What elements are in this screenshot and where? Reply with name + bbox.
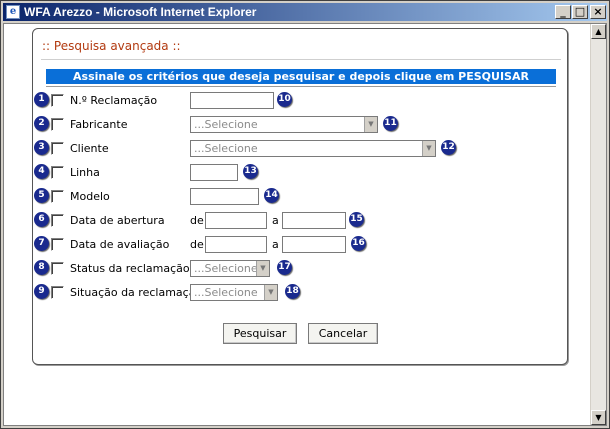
- criteria-label: Linha: [70, 166, 100, 179]
- field-number-badge: 10: [277, 92, 292, 107]
- field-number-badge: 11: [383, 116, 398, 131]
- criteria-checkbox[interactable]: [51, 286, 64, 299]
- criteria-row: 8 Status da reclamação ...Selecione ▼ 17: [33, 259, 569, 279]
- criteria-checkbox[interactable]: [51, 214, 64, 227]
- date-to-label: a: [272, 238, 279, 251]
- advanced-search-dialog: :: Pesquisa avançada :: Assinale os crit…: [32, 28, 568, 365]
- criteria-checkbox[interactable]: [51, 142, 64, 155]
- window-title: WFA Arezzo - Microsoft Internet Explorer: [24, 5, 257, 19]
- criteria-row: 2 Fabricante ...Selecione ▼ 11: [33, 115, 569, 135]
- criteria-row: 9 Situação da reclamação ...Selecione ▼ 18: [33, 283, 569, 303]
- title-bar: e WFA Arezzo - Microsoft Internet Explor…: [3, 3, 607, 21]
- field-number-badge: 14: [264, 188, 279, 203]
- criteria-checkbox[interactable]: [51, 166, 64, 179]
- criteria-label: Modelo: [70, 190, 110, 203]
- field-number-badge: 16: [351, 236, 366, 251]
- date-from-input[interactable]: [205, 236, 267, 253]
- browser-window: e WFA Arezzo - Microsoft Internet Explor…: [0, 0, 610, 429]
- date-from-label: de: [190, 238, 204, 251]
- step-number-badge: 5: [34, 188, 49, 203]
- field-number-badge: 13: [243, 164, 258, 179]
- chevron-down-icon[interactable]: ▼: [256, 261, 269, 276]
- divider: [41, 59, 561, 60]
- divider: [46, 86, 556, 87]
- field-number-badge: 12: [441, 140, 456, 155]
- criteria-select[interactable]: ...Selecione ▼: [190, 284, 278, 301]
- criteria-checkbox[interactable]: [51, 262, 64, 275]
- criteria-row: 3 Cliente ...Selecione ▼ 12: [33, 139, 569, 159]
- criteria-row: 6 Data de abertura de a 15: [33, 211, 569, 231]
- date-from-label: de: [190, 214, 204, 227]
- field-number-badge: 15: [349, 212, 364, 227]
- chevron-down-icon[interactable]: ▼: [364, 117, 377, 132]
- step-number-badge: 7: [34, 236, 49, 251]
- criteria-text-input[interactable]: [190, 92, 274, 109]
- criteria-label: N.º Reclamação: [70, 94, 158, 107]
- step-number-badge: 9: [34, 284, 49, 299]
- close-button[interactable]: ×: [590, 5, 606, 19]
- scroll-down-icon[interactable]: ▼: [591, 410, 606, 425]
- criteria-row: 4 Linha 13: [33, 163, 569, 183]
- date-to-label: a: [272, 214, 279, 227]
- chevron-down-icon[interactable]: ▼: [264, 285, 277, 300]
- criteria-row: 1 N.º Reclamação 10: [33, 91, 569, 111]
- step-number-badge: 4: [34, 164, 49, 179]
- select-value: ...Selecione: [194, 142, 258, 155]
- criteria-label: Data de abertura: [70, 214, 165, 227]
- criteria-checkbox[interactable]: [51, 190, 64, 203]
- step-number-badge: 3: [34, 140, 49, 155]
- criteria-select[interactable]: ...Selecione ▼: [190, 260, 270, 277]
- select-value: ...Selecione: [194, 262, 258, 275]
- date-to-input[interactable]: [282, 212, 346, 229]
- criteria-checkbox[interactable]: [51, 238, 64, 251]
- scroll-up-icon[interactable]: ▲: [591, 24, 606, 39]
- criteria-select[interactable]: ...Selecione ▼: [190, 116, 378, 133]
- page-content: ▲ ▼ :: Pesquisa avançada :: Assinale os …: [3, 23, 607, 426]
- criteria-label: Fabricante: [70, 118, 128, 131]
- search-button[interactable]: Pesquisar: [223, 323, 297, 344]
- criteria-checkbox[interactable]: [51, 118, 64, 131]
- criteria-label: Status da reclamação: [70, 262, 190, 275]
- date-to-input[interactable]: [282, 236, 346, 253]
- criteria-row: 5 Modelo 14: [33, 187, 569, 207]
- criteria-row: 7 Data de avaliação de a 16: [33, 235, 569, 255]
- field-number-badge: 17: [277, 260, 292, 275]
- criteria-text-input[interactable]: [190, 164, 238, 181]
- dialog-title: :: Pesquisa avançada ::: [42, 39, 181, 53]
- criteria-label: Data de avaliação: [70, 238, 170, 251]
- step-number-badge: 1: [34, 92, 49, 107]
- criteria-label: Cliente: [70, 142, 109, 155]
- step-number-badge: 8: [34, 260, 49, 275]
- date-from-input[interactable]: [205, 212, 267, 229]
- select-value: ...Selecione: [194, 118, 258, 131]
- vertical-scrollbar[interactable]: ▲ ▼: [590, 24, 606, 425]
- criteria-text-input[interactable]: [190, 188, 259, 205]
- step-number-badge: 2: [34, 116, 49, 131]
- field-number-badge: 18: [285, 284, 300, 299]
- step-number-badge: 6: [34, 212, 49, 227]
- maximize-button[interactable]: □: [572, 5, 588, 19]
- instructions-banner: Assinale os critérios que deseja pesquis…: [46, 69, 556, 84]
- criteria-label: Situação da reclamação: [70, 286, 203, 299]
- ie-logo-icon: e: [6, 5, 20, 19]
- criteria-checkbox[interactable]: [51, 94, 64, 107]
- criteria-select[interactable]: ...Selecione ▼: [190, 140, 436, 157]
- select-value: ...Selecione: [194, 286, 258, 299]
- minimize-button[interactable]: _: [555, 5, 571, 19]
- chevron-down-icon[interactable]: ▼: [422, 141, 435, 156]
- cancel-button[interactable]: Cancelar: [308, 323, 378, 344]
